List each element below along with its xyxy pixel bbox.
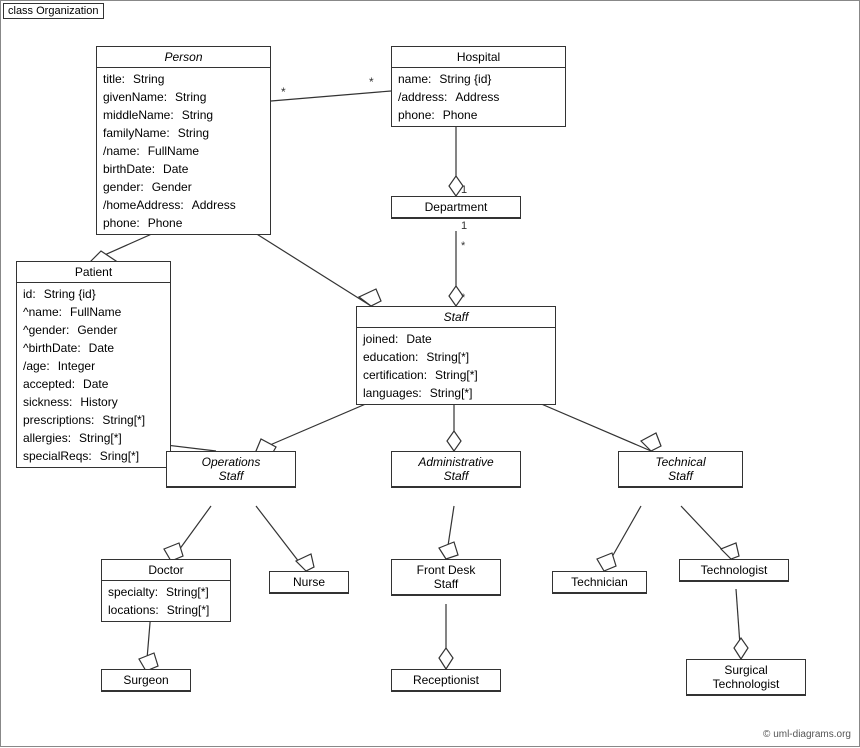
admin-staff-title: Administrative Staff [392, 452, 520, 487]
surgical-technologist-class: Surgical Technologist [686, 659, 806, 696]
doctor-class: Doctor specialty:String[*] locations:Str… [101, 559, 231, 622]
front-desk-staff-title: Front Desk Staff [392, 560, 500, 595]
diagram: class Organization * * 1 * 1 * * * [0, 0, 860, 747]
receptionist-title: Receptionist [392, 670, 500, 691]
surgeon-class: Surgeon [101, 669, 191, 692]
department-class: Department [391, 196, 521, 219]
svg-text:1: 1 [461, 184, 467, 196]
technical-staff-class: Technical Staff [618, 451, 743, 488]
person-title: Person [97, 47, 270, 68]
patient-title: Patient [17, 262, 170, 283]
technician-title: Technician [553, 572, 646, 593]
operations-staff-title: Operations Staff [167, 452, 295, 487]
technologist-title: Technologist [680, 560, 788, 581]
svg-text:*: * [461, 240, 466, 252]
corner-label: class Organization [3, 3, 104, 19]
technical-staff-title: Technical Staff [619, 452, 742, 487]
receptionist-class: Receptionist [391, 669, 501, 692]
nurse-title: Nurse [270, 572, 348, 593]
patient-attrs: id:String {id} ^name:FullName ^gender:Ge… [17, 283, 170, 467]
hospital-title: Hospital [392, 47, 565, 68]
hospital-attrs: name:String {id} /address:Address phone:… [392, 68, 565, 126]
svg-text:1: 1 [461, 220, 467, 232]
department-title: Department [392, 197, 520, 218]
person-attrs: title:String givenName:String middleName… [97, 68, 270, 234]
svg-text:*: * [461, 292, 466, 304]
doctor-title: Doctor [102, 560, 230, 581]
technician-class: Technician [552, 571, 647, 594]
front-desk-staff-class: Front Desk Staff [391, 559, 501, 596]
technologist-class: Technologist [679, 559, 789, 582]
copyright: © uml-diagrams.org [763, 729, 851, 740]
hospital-class: Hospital name:String {id} /address:Addre… [391, 46, 566, 127]
nurse-class: Nurse [269, 571, 349, 594]
doctor-attrs: specialty:String[*] locations:String[*] [102, 581, 230, 621]
staff-title: Staff [357, 307, 555, 328]
svg-text:*: * [281, 85, 286, 99]
patient-class: Patient id:String {id} ^name:FullName ^g… [16, 261, 171, 468]
staff-attrs: joined:Date education:String[*] certific… [357, 328, 555, 404]
surgical-technologist-title: Surgical Technologist [687, 660, 805, 695]
person-class: Person title:String givenName:String mid… [96, 46, 271, 235]
staff-class: Staff joined:Date education:String[*] ce… [356, 306, 556, 405]
operations-staff-class: Operations Staff [166, 451, 296, 488]
surgeon-title: Surgeon [102, 670, 190, 691]
svg-text:*: * [369, 75, 374, 89]
admin-staff-class: Administrative Staff [391, 451, 521, 488]
